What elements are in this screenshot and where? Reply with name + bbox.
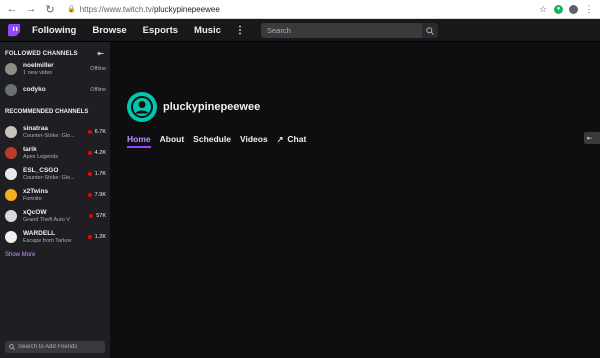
live-indicator-icon [87, 150, 92, 155]
browser-profile-icon[interactable] [569, 4, 578, 14]
show-more-link[interactable]: Show More [0, 247, 110, 258]
followed-channel-noelmiller[interactable]: noelmiller 1 new video Offline [0, 58, 110, 79]
nav-following[interactable]: Following [32, 25, 76, 36]
offline-status: Offline [90, 86, 106, 93]
channel-subtitle: 1 new video [23, 69, 53, 76]
recommended-channel-x2twins[interactable]: x2Twins Fortnite 7.9K [0, 184, 110, 205]
channel-game: Grand Theft Auto V [23, 216, 70, 223]
channel-name: ESL_CSGO [23, 166, 59, 174]
sidebar: FOLLOWED CHANNELS ⇤ noelmiller 1 new vid… [0, 42, 110, 358]
channel-game: Escape from Tarkov [23, 237, 72, 244]
search-bar [261, 23, 438, 38]
reload-icon[interactable]: ↻ [43, 2, 57, 16]
bookmark-star-icon[interactable]: ☆ [538, 4, 548, 14]
channel-name: tarik [23, 145, 37, 153]
channel-name: WARDELL [23, 229, 56, 237]
channel-game: Counter-Strike: Glo... [23, 132, 75, 139]
live-indicator-icon [87, 234, 92, 239]
followed-channel-codyko[interactable]: codyko Offline [0, 79, 110, 100]
search-button[interactable] [422, 23, 438, 38]
avatar [5, 146, 17, 159]
channel-name-title: pluckypinepeewee [163, 101, 261, 113]
top-navigation: Following Browse Esports Music ⋮ [0, 19, 600, 42]
collapse-sidebar-icon[interactable]: ⇤ [97, 49, 104, 58]
channel-name: codyko [23, 86, 46, 93]
url-host: https://www.twitch.tv/ [79, 4, 154, 14]
channel-tabs: Home About Schedule Videos ↗ Chat [127, 134, 315, 148]
channel-game: Fortnite [23, 195, 42, 202]
viewer-count: 57K [96, 212, 106, 219]
viewer-count: 7.9K [94, 191, 106, 198]
search-icon [9, 344, 15, 350]
channel-game: Counter-Strike: Glo... [23, 174, 75, 181]
avatar [5, 230, 17, 243]
avatar [5, 125, 17, 138]
search-icon [426, 26, 434, 35]
nav-browse[interactable]: Browse [92, 25, 126, 36]
recommended-channel-sinatraa[interactable]: sinatraa Counter-Strike: Glo... 6.7K [0, 121, 110, 142]
channel-name: x2Twins [23, 187, 49, 195]
offline-status: Offline [90, 65, 106, 72]
twitch-logo-icon[interactable] [8, 23, 20, 37]
nav-esports[interactable]: Esports [143, 25, 178, 36]
recommended-channel-wardell[interactable]: WARDELL Escape from Tarkov 1.2K [0, 226, 110, 247]
search-input[interactable] [261, 23, 422, 38]
channel-header: pluckypinepeewee [127, 92, 260, 122]
forward-arrow-icon[interactable]: → [24, 2, 38, 16]
recommended-channel-tarik[interactable]: tarik Apex Legends 4.2K [0, 142, 110, 163]
avatar [5, 188, 17, 201]
live-indicator-icon [87, 171, 92, 176]
url-path: pluckypinepeewee [153, 4, 220, 14]
avatar [5, 167, 17, 180]
avatar [5, 62, 17, 75]
live-indicator-icon [89, 213, 94, 218]
extension-icon[interactable]: ● [554, 4, 563, 14]
tab-chat-label: Chat [287, 134, 307, 144]
lock-icon: 🔒 [67, 6, 76, 13]
channel-game: Apex Legends [23, 153, 59, 160]
tab-home[interactable]: Home [127, 134, 151, 148]
nav-music[interactable]: Music [194, 25, 221, 36]
popout-arrow-icon: ↗ [276, 134, 284, 144]
live-indicator-icon [87, 192, 92, 197]
tab-schedule[interactable]: Schedule [193, 134, 231, 148]
user-icon [131, 96, 153, 118]
tab-about[interactable]: About [160, 134, 185, 148]
channel-page: pluckypinepeewee Home About Schedule Vid… [110, 42, 600, 358]
viewer-count: 4.2K [94, 149, 106, 156]
tab-videos[interactable]: Videos [240, 134, 268, 148]
back-arrow-icon[interactable]: ← [5, 2, 19, 16]
avatar [5, 209, 17, 222]
channel-avatar[interactable] [127, 92, 157, 122]
channel-name: sinatraa [23, 124, 48, 132]
recommended-channel-xqcow[interactable]: xQcOW Grand Theft Auto V 57K [0, 205, 110, 226]
address-bar[interactable]: 🔒 https://www.twitch.tv/pluckypinepeewee [67, 2, 538, 16]
channel-name: noelmiller [23, 61, 54, 69]
tab-chat[interactable]: ↗ Chat [277, 134, 307, 148]
viewer-count: 1.7K [94, 170, 106, 177]
channel-name: xQcOW [23, 208, 47, 216]
expand-chat-icon[interactable]: ⇤ [584, 132, 600, 144]
live-indicator-icon [87, 129, 92, 134]
recommended-channels-title: RECOMMENDED CHANNELS [5, 109, 89, 115]
browser-menu-icon[interactable]: ⋮ [584, 4, 594, 14]
add-friends-input[interactable] [18, 344, 105, 350]
more-menu-icon[interactable]: ⋮ [235, 25, 245, 36]
followed-channels-title: FOLLOWED CHANNELS [5, 50, 78, 57]
avatar [5, 83, 17, 96]
browser-toolbar: ← → ↻ 🔒 https://www.twitch.tv/pluckypine… [0, 0, 600, 19]
recommended-channel-esl-csgo[interactable]: ESL_CSGO Counter-Strike: Glo... 1.7K [0, 163, 110, 184]
viewer-count: 1.2K [94, 233, 106, 240]
viewer-count: 6.7K [94, 128, 106, 135]
add-friends-search [5, 341, 105, 353]
